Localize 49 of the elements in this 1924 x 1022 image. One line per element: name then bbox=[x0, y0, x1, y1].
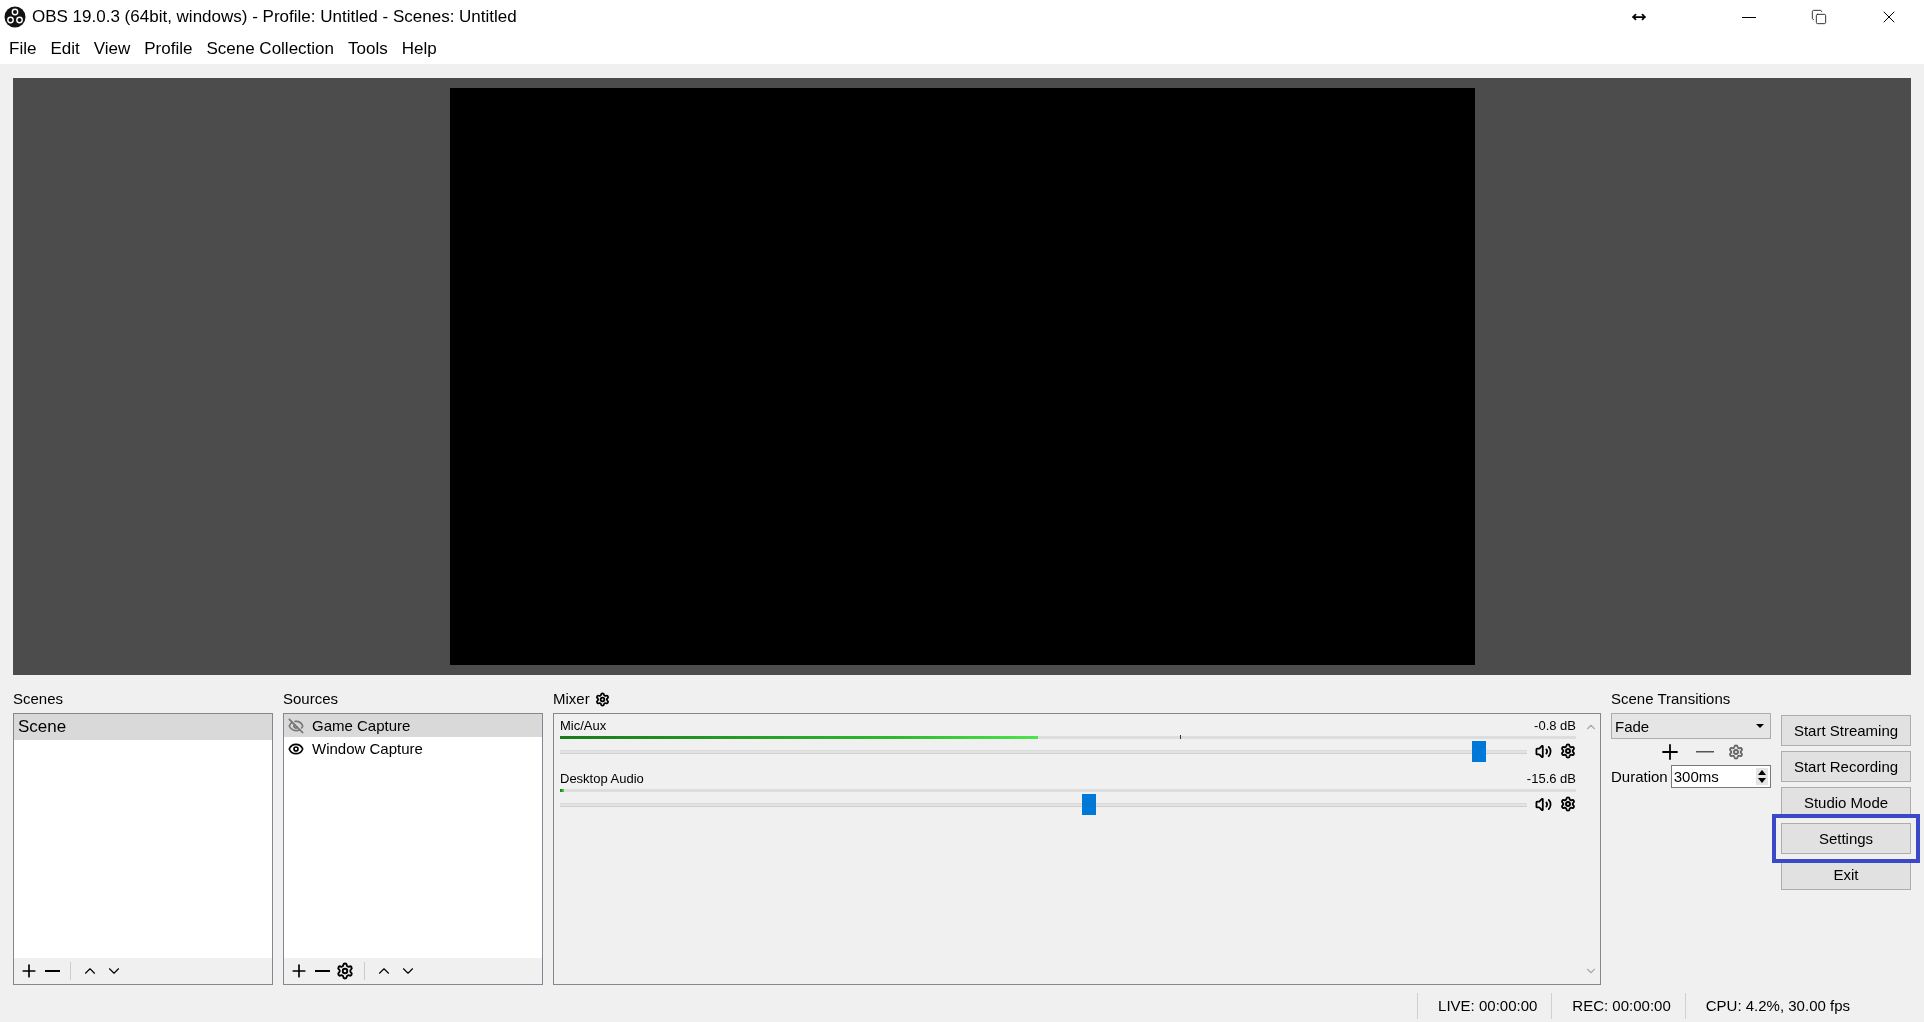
menu-item[interactable]: View bbox=[86, 39, 138, 59]
slider-thumb[interactable] bbox=[1081, 793, 1096, 815]
panel-title: Mixer bbox=[553, 689, 590, 709]
settings-icon bbox=[1728, 744, 1744, 760]
status-text: CPU: 4.2%, 30.00 fps bbox=[1684, 993, 1864, 1019]
minus-icon bbox=[1696, 751, 1714, 753]
settings-icon bbox=[1560, 796, 1576, 812]
settings-button[interactable] bbox=[1560, 743, 1576, 759]
restore-icon bbox=[1811, 9, 1827, 25]
status-text: LIVE: 00:00:00 bbox=[1417, 993, 1552, 1019]
status-text: REC: 00:00:00 bbox=[1551, 993, 1685, 1019]
panel-title: Sources bbox=[283, 689, 339, 709]
speaker-button[interactable] bbox=[1535, 795, 1552, 813]
panel-title: Scenes bbox=[13, 689, 64, 709]
minus-icon bbox=[315, 970, 330, 972]
window-title: OBS 19.0.3 (64bit, windows) - Profile: Untitled - Scenes: Untitled bbox=[32, 7, 518, 27]
menu-item[interactable]: Profile bbox=[137, 39, 200, 59]
duration-label: Duration bbox=[1611, 768, 1668, 785]
settings-icon bbox=[1560, 743, 1576, 759]
channel-name: Mic/Aux bbox=[560, 718, 607, 733]
control-button[interactable]: Start Recording bbox=[1781, 751, 1911, 782]
minimize-icon bbox=[1742, 16, 1756, 18]
speaker-button[interactable] bbox=[1535, 742, 1552, 760]
source-item[interactable]: Window Capture bbox=[284, 737, 542, 760]
source-item[interactable]: Game Capture bbox=[284, 714, 542, 737]
control-button[interactable]: Settings bbox=[1781, 823, 1911, 854]
menu-item[interactable]: Scene Collection bbox=[199, 39, 341, 59]
settings-icon bbox=[594, 691, 610, 707]
scene-item[interactable]: Scene bbox=[14, 714, 272, 740]
volume-reading: -0.8 dB bbox=[1534, 718, 1576, 733]
menu-item[interactable]: Edit bbox=[43, 39, 87, 59]
slider-thumb[interactable] bbox=[1471, 740, 1486, 762]
settings-button[interactable] bbox=[1560, 796, 1576, 812]
settings-icon bbox=[336, 962, 354, 980]
transition-dropdown[interactable]: Fade bbox=[1611, 713, 1771, 739]
panel-title: Scene Transitions bbox=[1611, 689, 1731, 709]
control-button[interactable]: Start Streaming bbox=[1781, 715, 1911, 746]
speaker-icon bbox=[1535, 795, 1552, 813]
menu-item[interactable]: File bbox=[2, 39, 44, 59]
channel-name: Desktop Audio bbox=[560, 771, 644, 786]
settings-button[interactable] bbox=[594, 691, 610, 707]
settings-button[interactable] bbox=[336, 962, 354, 980]
duration-field[interactable]: 300ms bbox=[1670, 765, 1771, 788]
speaker-icon bbox=[1535, 742, 1552, 760]
menu-item[interactable]: Help bbox=[394, 39, 444, 59]
minus-icon bbox=[45, 970, 60, 972]
volume-reading: -15.6 dB bbox=[1526, 771, 1576, 786]
menu-item[interactable]: Tools bbox=[341, 39, 395, 59]
app-logo-icon bbox=[4, 6, 26, 28]
